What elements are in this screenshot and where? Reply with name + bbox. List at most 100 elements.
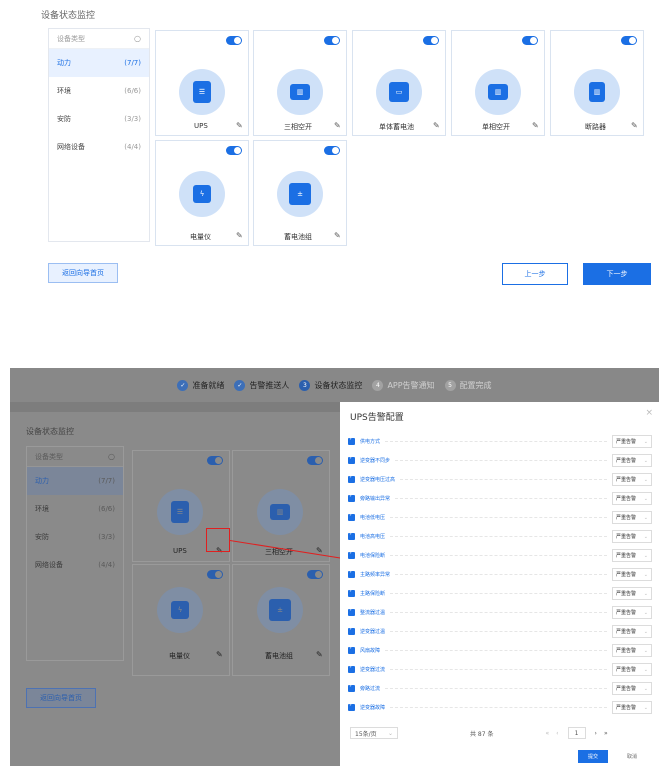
alarm-name: 供电方式 — [360, 439, 381, 445]
enable-toggle[interactable] — [621, 36, 637, 45]
prev-step-button[interactable]: 上一步 — [502, 263, 568, 285]
edit-icon[interactable]: ✎ — [236, 121, 243, 130]
device-card-three-phase-switch[interactable]: ▥ 三相空开 ✎ — [232, 450, 330, 562]
checkbox[interactable] — [348, 493, 355, 502]
edit-icon[interactable]: ✎ — [334, 121, 341, 130]
device-name: 断路器 — [585, 123, 606, 131]
checkbox[interactable] — [348, 474, 355, 483]
edit-icon[interactable]: ✎ — [433, 121, 440, 130]
checkbox[interactable] — [348, 512, 355, 521]
alarm-level-select[interactable]: 严重告警 ⌄ — [612, 663, 652, 676]
sidebar-item-power[interactable]: 动力 (7/7) — [27, 467, 123, 495]
page-size-select[interactable]: 15条/页 ⌄ — [350, 727, 398, 739]
alarm-level-select[interactable]: 严重告警 ⌄ — [612, 644, 652, 657]
prev-page-icon[interactable]: ‹ — [556, 730, 558, 737]
edit-icon[interactable]: ✎ — [631, 121, 638, 130]
alarm-level-select[interactable]: 严重告警 ⌄ — [612, 549, 652, 562]
device-card-circuit-breaker[interactable]: ▥ 断路器 ✎ — [550, 30, 644, 136]
checkbox[interactable] — [348, 436, 355, 445]
enable-toggle[interactable] — [324, 146, 340, 155]
checkbox[interactable] — [348, 455, 355, 464]
alarm-name: 逆变器过流 — [360, 667, 386, 673]
sidebar-item-security[interactable]: 安防 (3/3) — [27, 523, 123, 551]
checkbox[interactable] — [348, 683, 355, 692]
alarm-level-select[interactable]: 严重告警 ⌄ — [612, 682, 652, 695]
edit-icon[interactable]: ✎ — [316, 650, 323, 659]
alarm-level-select[interactable]: 严重告警 ⌄ — [612, 701, 652, 714]
enable-toggle[interactable] — [423, 36, 439, 45]
close-icon[interactable]: × — [645, 408, 653, 418]
alarm-level-select[interactable]: 严重告警 ⌄ — [612, 530, 652, 543]
alarm-level-select[interactable]: 严重告警 ⌄ — [612, 473, 652, 486]
sidebar-item-label: 安防 — [35, 533, 49, 541]
checkbox[interactable] — [348, 626, 355, 635]
alarm-level-select[interactable]: 严重告警 ⌄ — [612, 568, 652, 581]
alarm-level-value: 严重告警 — [616, 667, 637, 673]
enable-toggle[interactable] — [324, 36, 340, 45]
alarm-level-select[interactable]: 严重告警 ⌄ — [612, 435, 652, 448]
cancel-button[interactable]: 取消 — [616, 750, 648, 763]
checkbox[interactable] — [348, 664, 355, 673]
checkbox[interactable] — [348, 702, 355, 711]
checkbox[interactable] — [348, 645, 355, 654]
alarm-level-select[interactable]: 严重告警 ⌄ — [612, 511, 652, 524]
last-page-icon[interactable]: » — [604, 730, 608, 737]
sidebar-item-environment[interactable]: 环境 (6/6) — [49, 77, 149, 105]
alarm-name: 电池保险断 — [360, 553, 386, 559]
checkbox[interactable] — [348, 569, 355, 578]
device-card-three-phase-switch[interactable]: ▥ 三相空开 ✎ — [253, 30, 347, 136]
alarm-level-select[interactable]: 严重告警 ⌄ — [612, 454, 652, 467]
checkbox[interactable] — [348, 550, 355, 559]
device-name: UPS — [173, 547, 187, 555]
sidebar-item-network[interactable]: 网络设备 (4/4) — [49, 133, 149, 161]
alarm-level-select[interactable]: 严重告警 ⌄ — [612, 492, 652, 505]
row-divider — [395, 460, 607, 461]
alarm-row: 供电方式 严重告警 ⌄ — [348, 432, 652, 451]
enable-toggle[interactable] — [207, 570, 223, 579]
enable-toggle[interactable] — [226, 36, 242, 45]
enable-toggle[interactable] — [522, 36, 538, 45]
next-step-button[interactable]: 下一步 — [583, 263, 651, 285]
first-page-icon[interactable]: « — [545, 730, 549, 737]
alarm-level-value: 严重告警 — [616, 515, 637, 521]
enable-toggle[interactable] — [226, 146, 242, 155]
enable-toggle[interactable] — [307, 456, 323, 465]
checkbox[interactable] — [348, 531, 355, 540]
search-icon[interactable]: ○ — [134, 34, 141, 43]
search-icon[interactable]: ○ — [108, 452, 115, 461]
device-card-battery-pack[interactable]: ± 蓄电池组 ✎ — [253, 140, 347, 246]
sidebar-item-count: (6/6) — [98, 505, 115, 513]
chevron-down-icon: ⌄ — [643, 590, 648, 597]
device-card-ups[interactable]: ☰ UPS ✎ — [155, 30, 249, 136]
back-to-guide-button[interactable]: 返回向导首页 — [26, 688, 96, 708]
alarm-level-select[interactable]: 严重告警 ⌄ — [612, 606, 652, 619]
edit-icon[interactable]: ✎ — [334, 231, 341, 240]
page-input[interactable]: 1 — [567, 727, 586, 739]
device-card-power-meter[interactable]: ϟ 电量仪 ✎ — [155, 140, 249, 246]
edit-icon[interactable]: ✎ — [216, 650, 223, 659]
enable-toggle[interactable] — [307, 570, 323, 579]
row-divider — [390, 631, 607, 632]
next-page-icon[interactable]: › — [595, 730, 597, 737]
edit-icon[interactable]: ✎ — [532, 121, 539, 130]
enable-toggle[interactable] — [207, 456, 223, 465]
sidebar-item-power[interactable]: 动力 (7/7) — [49, 49, 149, 77]
back-to-guide-button[interactable]: 返回向导首页 — [48, 263, 118, 283]
alarm-level-select[interactable]: 严重告警 ⌄ — [612, 587, 652, 600]
checkbox[interactable] — [348, 607, 355, 616]
device-card-single-battery[interactable]: ▭ 单体蓄电池 ✎ — [352, 30, 446, 136]
checkbox[interactable] — [348, 588, 355, 597]
edit-icon[interactable]: ✎ — [236, 231, 243, 240]
sidebar-item-network[interactable]: 网络设备 (4/4) — [27, 551, 123, 579]
device-card-power-meter[interactable]: ϟ 电量仪 ✎ — [132, 564, 230, 676]
power-meter-icon: ϟ — [157, 587, 203, 633]
device-card-single-phase-switch[interactable]: ▥ 单相空开 ✎ — [451, 30, 545, 136]
device-card-battery-pack[interactable]: ± 蓄电池组 ✎ — [232, 564, 330, 676]
sidebar-item-security[interactable]: 安防 (3/3) — [49, 105, 149, 133]
alarm-row: 电池保险断 严重告警 ⌄ — [348, 546, 652, 565]
submit-button[interactable]: 提交 — [578, 750, 608, 763]
sidebar-item-environment[interactable]: 环境 (6/6) — [27, 495, 123, 523]
alarm-level-select[interactable]: 严重告警 ⌄ — [612, 625, 652, 638]
chevron-down-icon: ⌄ — [643, 571, 648, 578]
row-divider — [385, 688, 607, 689]
